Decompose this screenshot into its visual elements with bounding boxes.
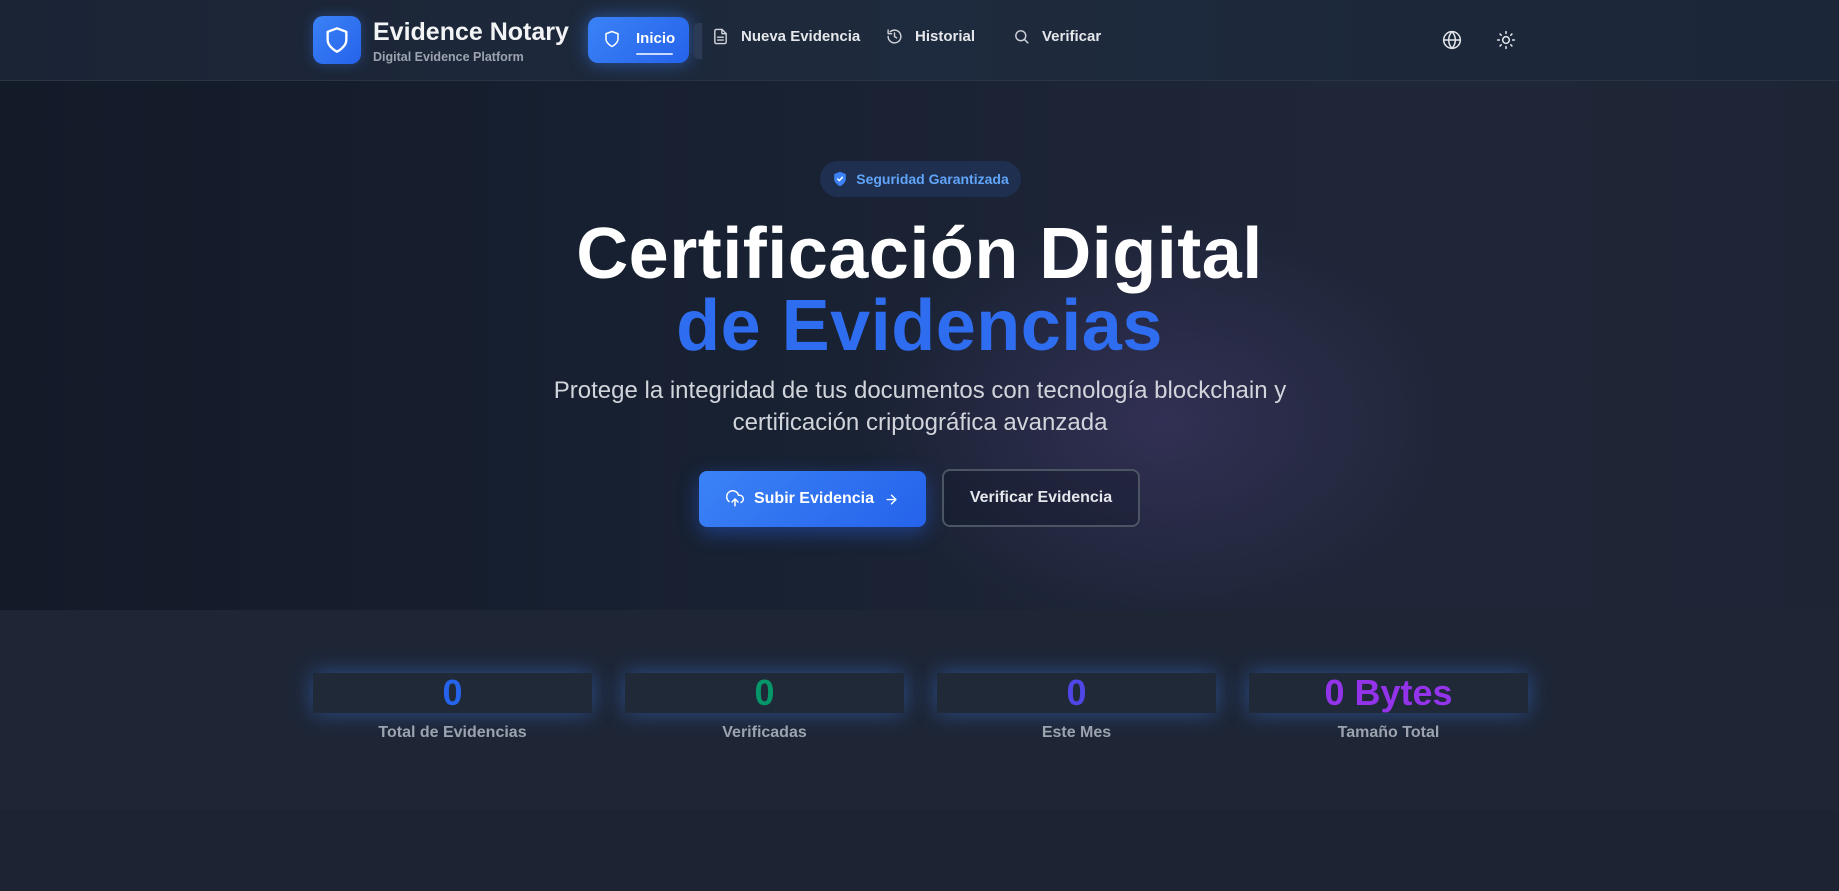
theme-toggle-button[interactable] bbox=[1492, 26, 1520, 54]
shield-icon bbox=[603, 30, 621, 53]
nav-item-label: Nueva Evidencia bbox=[741, 28, 861, 45]
stat-total-evidencias-value: 0 bbox=[313, 672, 592, 713]
stat-este-mes-value: 0 bbox=[937, 672, 1216, 713]
badge-label: Seguridad Garantizada bbox=[856, 171, 1009, 187]
hero-title: Certificación Digital bbox=[576, 214, 1263, 294]
search-icon bbox=[1015, 30, 1029, 44]
nav-item-label: Verificar bbox=[1042, 28, 1102, 45]
brand-logo[interactable] bbox=[313, 16, 361, 64]
active-indicator bbox=[636, 53, 673, 55]
globe-icon bbox=[1442, 30, 1462, 50]
arrow-right-icon bbox=[886, 493, 897, 505]
document-icon bbox=[714, 28, 727, 45]
brand-subtitle: Digital Evidence Platform bbox=[373, 50, 524, 64]
nav-divider bbox=[694, 23, 702, 59]
verify-evidence-button[interactable]: Verificar Evidencia bbox=[942, 469, 1140, 527]
stat-tamano-total-label: Tamaño Total bbox=[1337, 724, 1440, 741]
button-label: Verificar Evidencia bbox=[969, 489, 1113, 506]
nav-item-inicio[interactable]: Inicio bbox=[588, 17, 689, 63]
shield-icon bbox=[326, 27, 348, 53]
nav-item-nueva-evidencia[interactable]: Nueva Evidencia bbox=[712, 28, 860, 45]
nav-item-verificar[interactable]: Verificar bbox=[1013, 28, 1101, 45]
brand-title[interactable]: Evidence Notary bbox=[373, 18, 569, 47]
shield-check-icon bbox=[834, 171, 847, 187]
nav-item-label: Historial bbox=[915, 28, 976, 45]
nav-item-historial[interactable]: Historial bbox=[886, 28, 975, 45]
stat-este-mes-label: Este Mes bbox=[1041, 724, 1112, 741]
language-button[interactable] bbox=[1438, 26, 1466, 54]
history-icon bbox=[887, 29, 902, 44]
hero-title-highlight: de Evidencias bbox=[676, 286, 1163, 366]
stat-tamano-total-value: 0 Bytes bbox=[1249, 672, 1528, 713]
button-label: Subir Evidencia bbox=[753, 490, 875, 507]
security-badge: Seguridad Garantizada bbox=[820, 161, 1021, 197]
cloud-upload-icon bbox=[725, 490, 744, 507]
stat-verificadas-value: 0 bbox=[625, 672, 904, 713]
stat-total-evidencias-label: Total de Evidencias bbox=[378, 724, 527, 741]
stats-section bbox=[0, 610, 1839, 810]
top-navbar: Evidence Notary Digital Evidence Platfor… bbox=[0, 0, 1839, 81]
stat-verificadas-label: Verificadas bbox=[722, 724, 807, 741]
sun-icon bbox=[1496, 30, 1516, 50]
hero-subtitle: Protege la integridad de tus documentos … bbox=[553, 377, 1287, 436]
upload-evidence-button[interactable]: Subir Evidencia bbox=[699, 471, 926, 527]
nav-item-label: Inicio bbox=[636, 30, 676, 47]
